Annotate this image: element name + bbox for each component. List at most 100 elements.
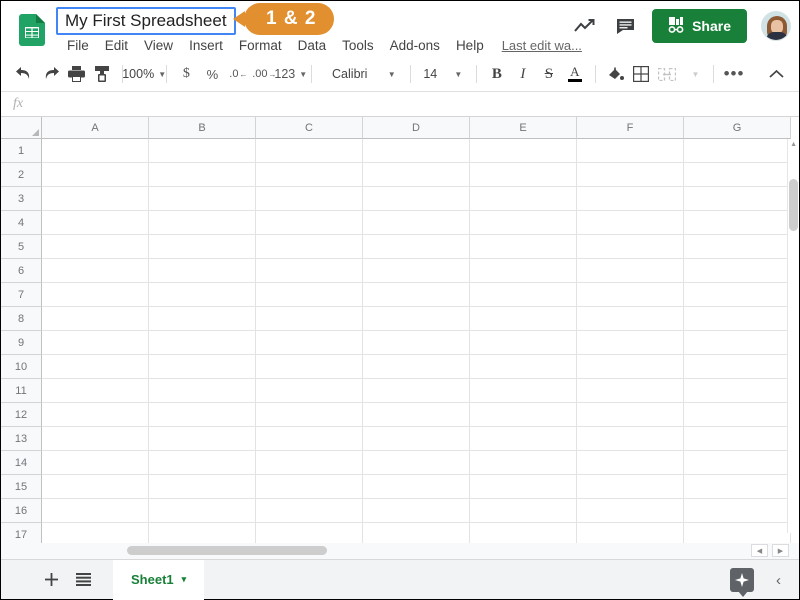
cell-D5[interactable] bbox=[363, 235, 470, 259]
bold-button[interactable]: B bbox=[484, 61, 510, 87]
cell-C2[interactable] bbox=[256, 163, 363, 187]
comment-icon[interactable] bbox=[612, 13, 638, 39]
row-header-3[interactable]: 3 bbox=[1, 187, 42, 211]
row-header-16[interactable]: 16 bbox=[1, 499, 42, 523]
menu-item-edit[interactable]: Edit bbox=[97, 35, 136, 56]
horizontal-scroll-thumb[interactable] bbox=[127, 546, 327, 555]
cell-A14[interactable] bbox=[42, 451, 149, 475]
cell-A4[interactable] bbox=[42, 211, 149, 235]
cell-E7[interactable] bbox=[470, 283, 577, 307]
cell-G15[interactable] bbox=[684, 475, 791, 499]
cell-C16[interactable] bbox=[256, 499, 363, 523]
explore-icon[interactable] bbox=[730, 568, 754, 597]
cell-G9[interactable] bbox=[684, 331, 791, 355]
cell-C10[interactable] bbox=[256, 355, 363, 379]
row-header-13[interactable]: 13 bbox=[1, 427, 42, 451]
cell-E14[interactable] bbox=[470, 451, 577, 475]
vertical-scrollbar[interactable]: ▲ bbox=[787, 139, 799, 533]
cell-G6[interactable] bbox=[684, 259, 791, 283]
cell-A10[interactable] bbox=[42, 355, 149, 379]
cell-A8[interactable] bbox=[42, 307, 149, 331]
cell-F16[interactable] bbox=[577, 499, 684, 523]
cell-F13[interactable] bbox=[577, 427, 684, 451]
row-header-2[interactable]: 2 bbox=[1, 163, 42, 187]
column-header-g[interactable]: G bbox=[684, 117, 791, 139]
cell-A13[interactable] bbox=[42, 427, 149, 451]
cell-B12[interactable] bbox=[149, 403, 256, 427]
cell-G11[interactable] bbox=[684, 379, 791, 403]
cell-B7[interactable] bbox=[149, 283, 256, 307]
cell-E2[interactable] bbox=[470, 163, 577, 187]
cell-C12[interactable] bbox=[256, 403, 363, 427]
cell-E8[interactable] bbox=[470, 307, 577, 331]
cell-D10[interactable] bbox=[363, 355, 470, 379]
collapse-panel-icon[interactable]: ‹ bbox=[776, 572, 781, 589]
cell-A6[interactable] bbox=[42, 259, 149, 283]
cell-B13[interactable] bbox=[149, 427, 256, 451]
cell-A15[interactable] bbox=[42, 475, 149, 499]
user-avatar[interactable] bbox=[761, 11, 791, 41]
cell-G16[interactable] bbox=[684, 499, 791, 523]
undo-icon[interactable] bbox=[11, 61, 37, 87]
row-header-7[interactable]: 7 bbox=[1, 283, 42, 307]
cell-E9[interactable] bbox=[470, 331, 577, 355]
cell-E11[interactable] bbox=[470, 379, 577, 403]
cell-D6[interactable] bbox=[363, 259, 470, 283]
cell-B11[interactable] bbox=[149, 379, 256, 403]
cell-C8[interactable] bbox=[256, 307, 363, 331]
cell-D13[interactable] bbox=[363, 427, 470, 451]
horizontal-scrollbar[interactable] bbox=[42, 543, 741, 559]
cell-F12[interactable] bbox=[577, 403, 684, 427]
decrease-decimal-button[interactable]: .0 ← bbox=[225, 61, 251, 87]
cell-E13[interactable] bbox=[470, 427, 577, 451]
cell-G4[interactable] bbox=[684, 211, 791, 235]
cell-B1[interactable] bbox=[149, 139, 256, 163]
select-all-corner[interactable] bbox=[1, 117, 42, 139]
redo-icon[interactable] bbox=[37, 61, 63, 87]
cell-F2[interactable] bbox=[577, 163, 684, 187]
cell-G14[interactable] bbox=[684, 451, 791, 475]
sheet-tab-sheet1[interactable]: Sheet1 ▾ bbox=[113, 559, 205, 600]
cell-F8[interactable] bbox=[577, 307, 684, 331]
borders-icon[interactable] bbox=[628, 61, 654, 87]
cell-F9[interactable] bbox=[577, 331, 684, 355]
cell-A11[interactable] bbox=[42, 379, 149, 403]
cell-E15[interactable] bbox=[470, 475, 577, 499]
cell-F14[interactable] bbox=[577, 451, 684, 475]
menu-item-help[interactable]: Help bbox=[448, 35, 492, 56]
row-header-15[interactable]: 15 bbox=[1, 475, 42, 499]
font-family-caret[interactable]: ▼ bbox=[377, 61, 403, 87]
cell-E3[interactable] bbox=[470, 187, 577, 211]
google-sheets-logo[interactable] bbox=[19, 14, 45, 46]
cell-D1[interactable] bbox=[363, 139, 470, 163]
menu-item-insert[interactable]: Insert bbox=[181, 35, 231, 56]
cell-G3[interactable] bbox=[684, 187, 791, 211]
cell-B9[interactable] bbox=[149, 331, 256, 355]
text-color-button[interactable]: A bbox=[562, 61, 588, 87]
cell-A5[interactable] bbox=[42, 235, 149, 259]
cell-D15[interactable] bbox=[363, 475, 470, 499]
cell-G12[interactable] bbox=[684, 403, 791, 427]
column-header-c[interactable]: C bbox=[256, 117, 363, 139]
cell-B2[interactable] bbox=[149, 163, 256, 187]
add-sheet-button[interactable] bbox=[35, 564, 67, 596]
cell-B15[interactable] bbox=[149, 475, 256, 499]
cell-C7[interactable] bbox=[256, 283, 363, 307]
last-edit-link[interactable]: Last edit wa... bbox=[502, 38, 582, 53]
cell-G1[interactable] bbox=[684, 139, 791, 163]
cell-A1[interactable] bbox=[42, 139, 149, 163]
row-header-10[interactable]: 10 bbox=[1, 355, 42, 379]
cell-D4[interactable] bbox=[363, 211, 470, 235]
zoom-level-select[interactable]: 100% ▼ bbox=[122, 61, 166, 87]
cell-F4[interactable] bbox=[577, 211, 684, 235]
cell-E10[interactable] bbox=[470, 355, 577, 379]
cell-B16[interactable] bbox=[149, 499, 256, 523]
cell-D8[interactable] bbox=[363, 307, 470, 331]
strikethrough-button[interactable]: S bbox=[536, 61, 562, 87]
cell-B4[interactable] bbox=[149, 211, 256, 235]
percent-format-button[interactable]: % bbox=[199, 61, 225, 87]
row-header-6[interactable]: 6 bbox=[1, 259, 42, 283]
cell-C9[interactable] bbox=[256, 331, 363, 355]
scroll-right-icon[interactable]: ▶ bbox=[772, 544, 789, 557]
cell-B14[interactable] bbox=[149, 451, 256, 475]
